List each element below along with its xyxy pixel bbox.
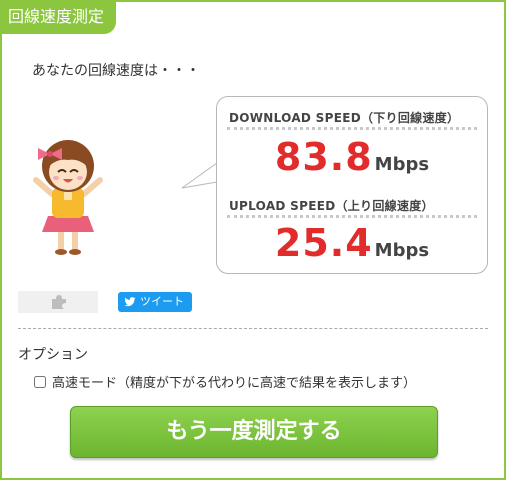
fast-mode-checkbox[interactable]: [34, 375, 46, 388]
download-speed-row: 83.8 Mbps: [217, 135, 487, 179]
mascot-girl-illustration: [33, 140, 103, 255]
upload-speed-label: UPLOAD SPEED（上り回線速度）: [229, 199, 434, 213]
speech-bubble-pointer: [181, 162, 218, 189]
divider: [227, 127, 477, 130]
tweet-button[interactable]: ツイート: [118, 292, 192, 312]
download-speed-unit: Mbps: [374, 154, 430, 175]
plugin-placeholder[interactable]: [18, 291, 98, 313]
puzzle-icon: [52, 295, 66, 309]
upload-speed-unit: Mbps: [374, 240, 430, 261]
fast-mode-label: 高速モード（精度が下がる代わりに高速で結果を表示します）: [52, 376, 417, 391]
download-speed-label: DOWNLOAD SPEED（下り回線速度）: [229, 111, 460, 125]
retest-button[interactable]: もう一度測定する: [70, 406, 438, 458]
section-divider: [18, 328, 488, 329]
options-heading: オプション: [18, 347, 88, 363]
tweet-label: ツイート: [140, 295, 184, 308]
twitter-bird-icon: [124, 297, 136, 307]
fast-mode-option[interactable]: 高速モード（精度が下がる代わりに高速で結果を表示します）: [34, 372, 416, 391]
download-speed-value: 83.8: [274, 135, 373, 179]
upload-speed-row: 25.4 Mbps: [217, 221, 487, 265]
upload-speed-value: 25.4: [274, 221, 373, 265]
panel-title: 回線速度測定: [0, 0, 117, 34]
divider: [227, 215, 477, 218]
result-bubble: DOWNLOAD SPEED（下り回線速度） 83.8 Mbps UPLOAD S…: [216, 96, 488, 274]
intro-text: あなたの回線速度は・・・: [32, 63, 200, 79]
